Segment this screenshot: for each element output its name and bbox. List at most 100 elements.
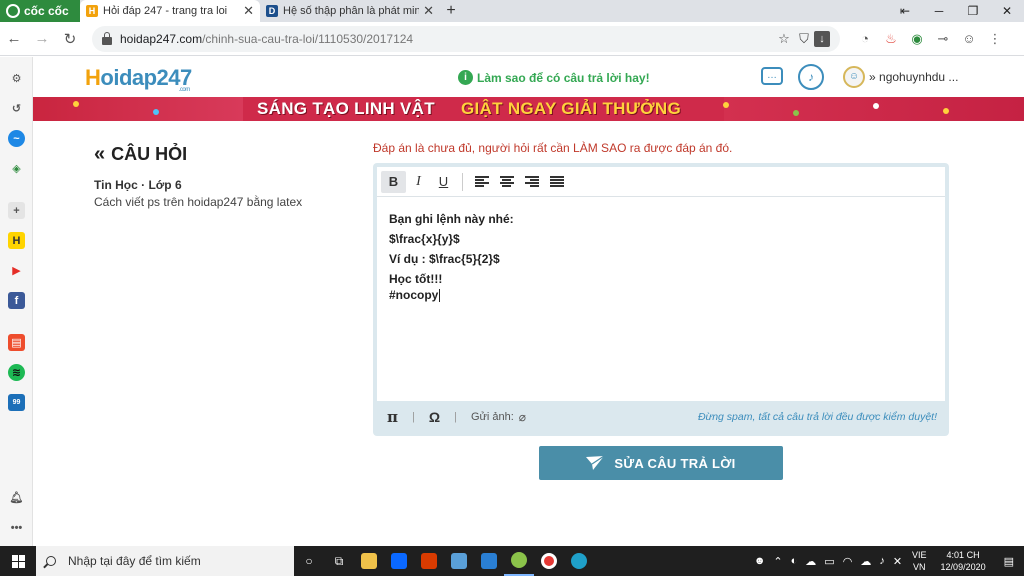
task-view-button[interactable]: ⧉	[324, 546, 354, 576]
people-icon[interactable]: ☻	[750, 555, 770, 567]
site-header: Hoidap247 .com i Làm sao để có câu trả lờ…	[33, 57, 1024, 97]
footer-divider: |	[454, 410, 457, 423]
avatar[interactable]: ☺	[843, 66, 865, 88]
browser-menu-icon[interactable]: ⋮	[982, 31, 1008, 47]
volume-icon[interactable]: ♪	[875, 555, 889, 567]
bell-icon[interactable]: ♪	[798, 64, 824, 90]
download-icon[interactable]: ↓	[814, 30, 830, 47]
cortana-button[interactable]: ○	[294, 546, 324, 576]
file-explorer-icon[interactable]	[354, 546, 384, 576]
clock-date: 12/09/2020	[940, 562, 986, 572]
region-code: VN	[913, 562, 926, 572]
answer-textarea[interactable]: Bạn ghi lệnh này nhé: $\frac{x}{y}$ Ví d…	[377, 197, 945, 401]
mail-icon[interactable]	[474, 546, 504, 576]
tab-hoidap[interactable]: H Hỏi đáp 247 - trang tra loi ✕	[80, 0, 260, 22]
coccoc-extension-icon[interactable]: ◉	[904, 31, 930, 47]
question-subject: Tin Học · Lớp 6	[94, 178, 182, 192]
italic-button[interactable]: I	[406, 171, 431, 193]
settings-gear-icon[interactable]: ⚙	[8, 70, 25, 87]
new-tab-button[interactable]: +	[440, 0, 462, 22]
user-menu[interactable]: » ngohuynhdu ...	[869, 70, 958, 84]
edge-icon[interactable]	[564, 546, 594, 576]
math-formula-button[interactable]: π	[387, 408, 398, 426]
start-button[interactable]	[0, 546, 36, 576]
search-icon	[46, 556, 56, 566]
editor-footer: π | Ω | Gửi ảnh: ⌀ Đừng spam, tất cả câu…	[377, 401, 945, 432]
tray-chevron-up-icon[interactable]: ⌃	[769, 555, 786, 568]
tab-search-icon[interactable]: ⇤	[888, 0, 922, 22]
coccoc-taskbar-icon[interactable]	[504, 546, 534, 576]
speed-dial-icon[interactable]: ◔	[852, 31, 878, 46]
history-icon[interactable]: ↺	[8, 100, 25, 117]
close-window-button[interactable]: ✕	[990, 0, 1024, 22]
close-tray-icon[interactable]: ✕	[889, 555, 906, 568]
tab-close-icon[interactable]: ✕	[419, 3, 434, 19]
align-left-button[interactable]	[469, 171, 494, 193]
toggle-extension-icon[interactable]: ⊸	[930, 31, 956, 47]
question-heading[interactable]: « CÂU HỎI	[94, 143, 354, 166]
justify-icon	[549, 176, 564, 187]
tray-cloud-icon[interactable]: ☁	[801, 555, 820, 568]
answer-tip-text: Làm sao để có câu trả lời hay!	[477, 70, 650, 85]
special-char-button[interactable]: Ω	[429, 409, 440, 425]
paperclip-icon[interactable]: ⌀	[519, 410, 526, 424]
taskbar-clock[interactable]: 4:01 CH 12/09/2020	[933, 549, 994, 573]
restore-button[interactable]: ❐	[956, 0, 990, 22]
back-button[interactable]: ←	[0, 30, 28, 47]
gamepad-icon[interactable]: ◈	[8, 160, 25, 177]
align-right-button[interactable]	[519, 171, 544, 193]
forward-button[interactable]: →	[28, 30, 56, 47]
justify-button[interactable]	[544, 171, 569, 193]
confetti-dot	[73, 101, 79, 107]
answer-tip-link[interactable]: i Làm sao để có câu trả lời hay!	[458, 70, 650, 85]
tab-close-icon[interactable]: ✕	[239, 3, 254, 19]
add-shortcut-icon[interactable]: +	[8, 202, 25, 219]
tray-app-icon[interactable]: ◐	[787, 555, 802, 567]
taskbar-search[interactable]: Nhập tại đây để tìm kiếm	[36, 546, 294, 576]
more-icon[interactable]: •••	[8, 519, 25, 536]
align-center-button[interactable]	[494, 171, 519, 193]
address-bar[interactable]: hoidap247.com /chinh-sua-cau-tra-loi/111…	[92, 25, 840, 52]
action-center-icon[interactable]: ▤	[994, 555, 1024, 568]
youtube-icon[interactable]: ▶	[8, 262, 25, 279]
tiki-icon[interactable]: 99	[8, 394, 25, 411]
bold-button[interactable]: B	[381, 170, 406, 193]
site-logo[interactable]: Hoidap247 .com	[85, 65, 192, 93]
bookmark-star-icon[interactable]: ☆	[774, 31, 794, 47]
language-indicator[interactable]: VIE VN	[906, 549, 933, 573]
double-chevron-left-icon: «	[94, 143, 106, 165]
attach-image-label[interactable]: Gửi ảnh:	[471, 411, 514, 423]
lock-icon[interactable]	[102, 31, 112, 45]
taskbar-search-placeholder: Nhập tại đây để tìm kiếm	[68, 554, 201, 568]
wifi-icon[interactable]: ◠	[839, 555, 857, 568]
record-icon[interactable]	[534, 546, 564, 576]
tab-title: Hỏi đáp 247 - trang tra loi	[103, 5, 228, 17]
shopee-icon[interactable]: ▤	[8, 334, 25, 351]
spotify-icon[interactable]: ≋	[8, 364, 25, 381]
hoidap-shortcut-icon[interactable]: H	[8, 232, 25, 249]
url-host: hoidap247.com	[120, 31, 203, 46]
fire-icon[interactable]: ♨	[878, 31, 904, 47]
facebook-icon[interactable]: f	[8, 292, 25, 309]
office-icon[interactable]	[414, 546, 444, 576]
computer-app-icon[interactable]	[444, 546, 474, 576]
edit-answer-button[interactable]: SỬA CÂU TRẢ LỜI	[539, 446, 783, 480]
battery-icon[interactable]: ▭	[820, 555, 838, 568]
reload-button[interactable]: ↻	[56, 30, 84, 48]
minimize-button[interactable]: ─	[922, 0, 956, 22]
system-tray: ☻ ⌃ ◐ ☁ ▭ ◠ ☁ ♪ ✕ VIE VN 4:01 CH 12/09/2…	[750, 546, 1024, 576]
coccoc-menu-button[interactable]: cốc cốc	[0, 0, 80, 22]
answer-line: Bạn ghi lệnh này nhé:	[389, 212, 514, 226]
zalo-icon[interactable]	[384, 546, 414, 576]
promo-banner[interactable]: SÁNG TẠO LINH VẬT GIẬT NGAY GIẢI THƯỞNG	[33, 97, 1024, 121]
toolbar-divider	[462, 172, 463, 191]
shield-icon[interactable]: ⛉	[794, 31, 814, 47]
notification-bell-icon[interactable]: 🔔︎	[8, 489, 25, 506]
profile-icon[interactable]: ☺	[956, 31, 982, 46]
underline-button[interactable]: U	[431, 171, 456, 193]
tray-onedrive-icon[interactable]: ☁	[856, 555, 875, 568]
messenger-icon[interactable]: ~	[8, 130, 25, 147]
tab-he-so-thap-phan[interactable]: D Hệ số thập phân là phát minh ✕	[260, 0, 440, 22]
windows-taskbar: Nhập tại đây để tìm kiếm ○ ⧉ ☻ ⌃ ◐ ☁ ▭ ◠…	[0, 546, 1024, 576]
chat-icon[interactable]: …	[761, 67, 783, 85]
